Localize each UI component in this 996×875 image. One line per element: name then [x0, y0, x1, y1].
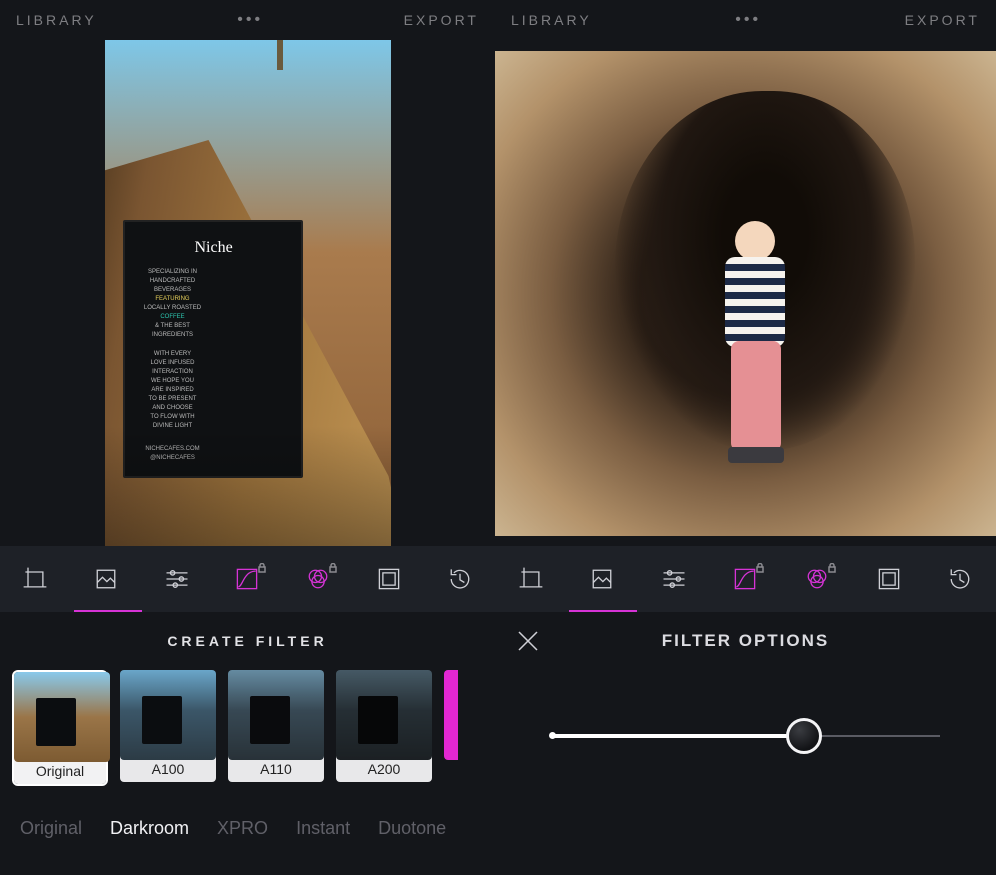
active-tool-underline	[74, 610, 142, 612]
border-tool[interactable]	[872, 562, 906, 596]
frame-icon	[588, 565, 616, 593]
category-xpro[interactable]: XPRO	[217, 818, 268, 839]
border-tool[interactable]	[372, 562, 406, 596]
filter-options-title: FILTER OPTIONS	[662, 631, 829, 651]
slider-fill	[552, 734, 804, 738]
category-original[interactable]: Original	[20, 818, 82, 839]
image-canvas[interactable]: Niche SPECIALIZING IN HANDCRAFTED BEVERA…	[0, 40, 495, 546]
lock-icon	[827, 560, 837, 570]
intensity-slider[interactable]	[552, 716, 940, 756]
tool-toolbar	[495, 546, 996, 612]
filter-thumb-image	[444, 670, 458, 760]
adjust-tool[interactable]	[657, 562, 691, 596]
border-icon	[375, 565, 403, 593]
crop-tool[interactable]	[18, 562, 52, 596]
export-button[interactable]: EXPORT	[404, 12, 479, 28]
frame-tool[interactable]	[89, 562, 123, 596]
color-tool[interactable]	[301, 562, 335, 596]
edited-photo	[495, 51, 996, 536]
filter-thumb-a200[interactable]: A200	[336, 670, 432, 782]
category-darkroom[interactable]: Darkroom	[110, 818, 189, 839]
sliders-icon	[660, 565, 688, 593]
library-button[interactable]: LIBRARY	[16, 12, 97, 28]
edited-photo: Niche SPECIALIZING IN HANDCRAFTED BEVERA…	[105, 40, 391, 546]
history-tool[interactable]	[443, 562, 477, 596]
lock-icon	[328, 560, 338, 570]
crop-icon	[517, 565, 545, 593]
tool-toolbar	[0, 546, 495, 612]
filter-thumb-image	[228, 670, 324, 760]
adjust-tool[interactable]	[160, 562, 194, 596]
curves-tool[interactable]	[230, 562, 264, 596]
lock-icon	[755, 560, 765, 570]
filter-options-header: FILTER OPTIONS	[495, 612, 996, 670]
library-button[interactable]: LIBRARY	[511, 12, 592, 28]
border-icon	[875, 565, 903, 593]
slider-knob[interactable]	[786, 718, 822, 754]
image-canvas[interactable]	[495, 40, 996, 546]
editor-pane-right: LIBRARY ••• EXPORT	[495, 0, 996, 875]
history-icon	[446, 565, 474, 593]
close-button[interactable]	[515, 628, 541, 654]
create-filter-button[interactable]: CREATE FILTER	[0, 612, 495, 670]
history-icon	[946, 565, 974, 593]
filter-thumb-a110[interactable]: A110	[228, 670, 324, 782]
crop-icon	[21, 565, 49, 593]
history-tool[interactable]	[943, 562, 977, 596]
topbar: LIBRARY ••• EXPORT	[495, 0, 996, 40]
color-tool[interactable]	[800, 562, 834, 596]
filter-thumb-a100[interactable]: A100	[120, 670, 216, 782]
filter-thumb-image	[14, 672, 110, 762]
filter-options-section: FILTER OPTIONS	[495, 612, 996, 875]
close-icon	[515, 628, 541, 654]
filter-thumbnails[interactable]: Original A100 A110 A200	[0, 670, 495, 798]
photo-child	[715, 221, 795, 471]
filter-section: CREATE FILTER Original A100 A110 A200	[0, 612, 495, 875]
filter-thumb-image	[336, 670, 432, 760]
category-instant[interactable]: Instant	[296, 818, 350, 839]
lock-icon	[257, 560, 267, 570]
filter-thumb-image	[120, 670, 216, 760]
sliders-icon	[163, 565, 191, 593]
editor-pane-left: LIBRARY ••• EXPORT Niche SPECIALIZING IN…	[0, 0, 495, 875]
more-button[interactable]: •••	[237, 11, 263, 29]
category-duotone[interactable]: Duotone	[378, 818, 446, 839]
filter-categories: Original Darkroom XPRO Instant Duotone	[0, 798, 495, 858]
slider-container	[495, 670, 996, 875]
frame-icon	[92, 565, 120, 593]
more-button[interactable]: •••	[735, 11, 761, 29]
topbar: LIBRARY ••• EXPORT	[0, 0, 495, 40]
frame-tool[interactable]	[585, 562, 619, 596]
photo-palm-tree	[235, 40, 325, 70]
curves-tool[interactable]	[728, 562, 762, 596]
photo-sign-logo: Niche	[195, 236, 233, 260]
filter-thumb-next[interactable]	[444, 670, 458, 760]
crop-tool[interactable]	[514, 562, 548, 596]
filter-thumb-original[interactable]: Original	[12, 670, 108, 786]
export-button[interactable]: EXPORT	[905, 12, 980, 28]
